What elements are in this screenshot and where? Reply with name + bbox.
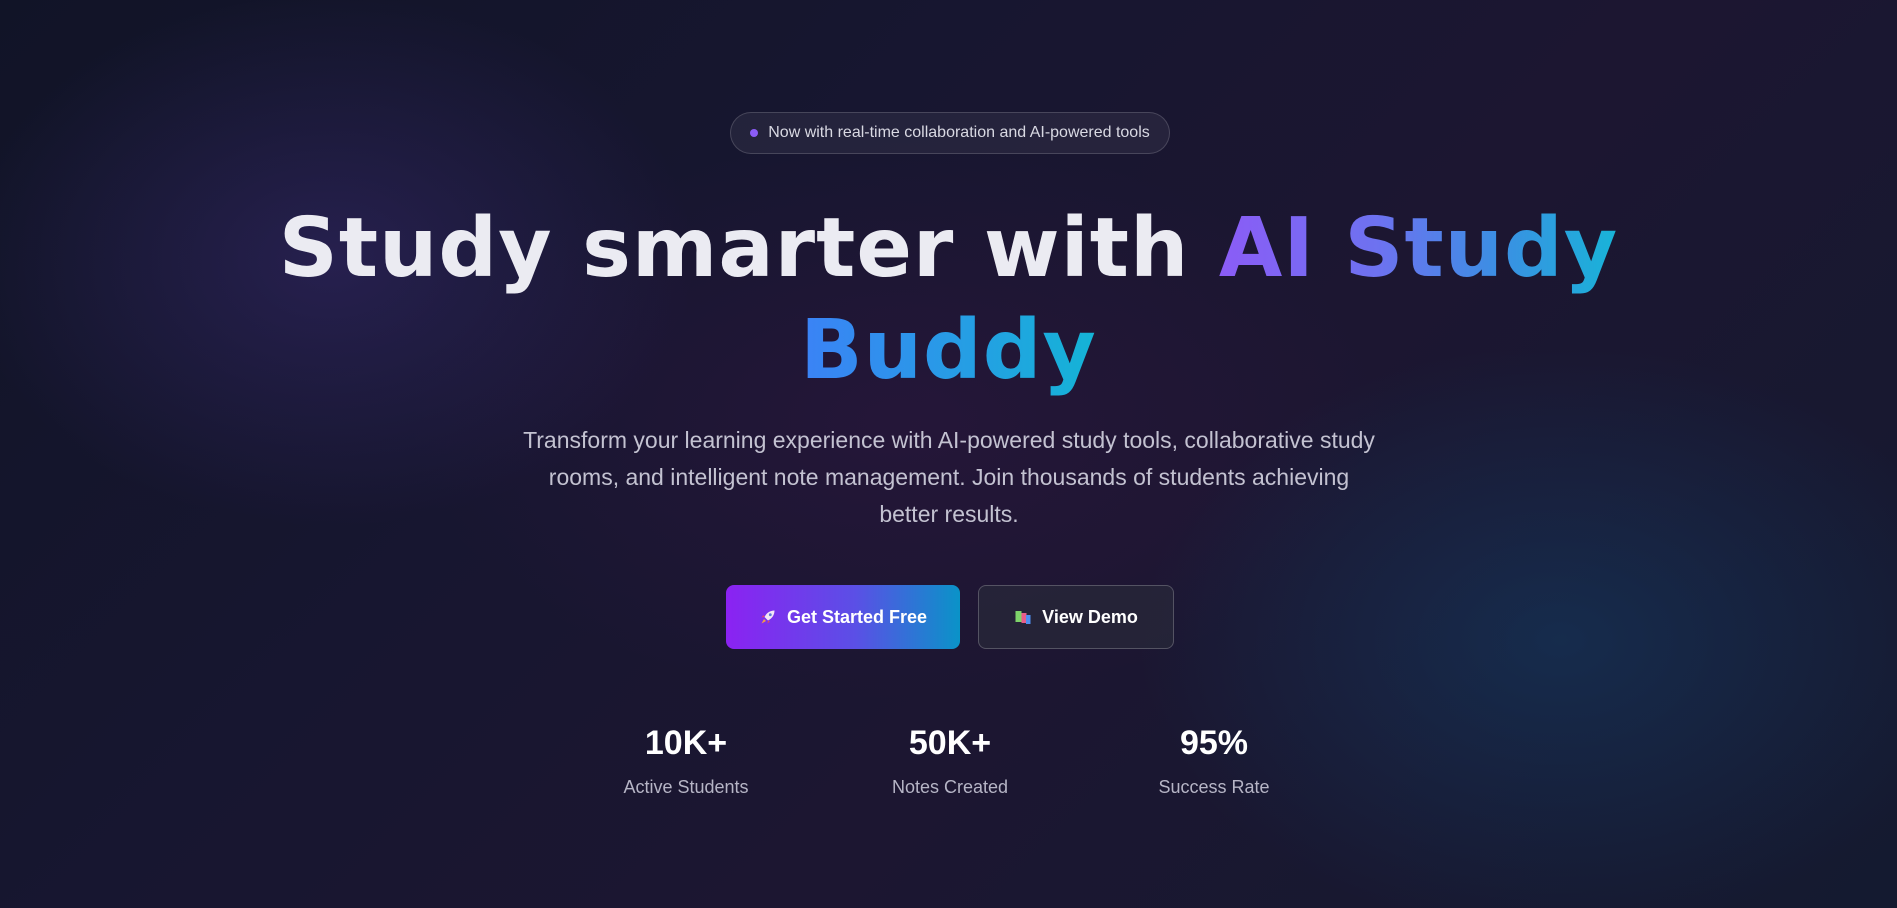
stat-notes-created: 50K+ Notes Created xyxy=(850,722,1050,798)
stat-value: 50K+ xyxy=(908,724,992,762)
stat-label: Success Rate xyxy=(1158,777,1270,797)
stat-value: 10K+ xyxy=(644,724,728,762)
headline-gradient-line1: AI Study xyxy=(1218,201,1619,296)
view-demo-label: View Demo xyxy=(1042,606,1138,627)
hero-section: Now with real-time collaboration and AI-… xyxy=(0,0,1897,908)
stat-success-rate: 95% Success Rate xyxy=(1114,722,1314,798)
status-dot-icon xyxy=(750,129,759,137)
rocket-icon xyxy=(759,608,777,626)
announcement-badge: Now with real-time collaboration and AI-… xyxy=(730,112,1170,154)
books-icon xyxy=(1014,608,1032,626)
stat-active-students: 10K+ Active Students xyxy=(586,722,786,798)
view-demo-button[interactable]: View Demo xyxy=(978,585,1174,649)
get-started-button[interactable]: Get Started Free xyxy=(726,585,960,649)
headline-plain: Study smarter with xyxy=(278,201,1219,296)
get-started-label: Get Started Free xyxy=(786,606,928,627)
stat-label: Active Students xyxy=(623,777,749,797)
stat-value: 95% xyxy=(1179,724,1249,762)
hero-headline: Study smarter with AI Study Buddy xyxy=(250,198,1647,402)
stat-label: Notes Created xyxy=(891,777,1009,797)
headline-gradient-line2: Buddy xyxy=(800,303,1097,398)
announcement-text: Now with real-time collaboration and AI-… xyxy=(768,124,1150,141)
hero-subtitle: Transform your learning experience with … xyxy=(523,427,1375,527)
